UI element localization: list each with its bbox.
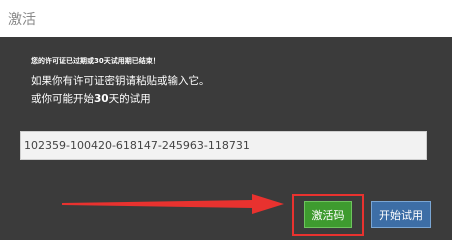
expired-notice: 您的许可证已过期或30天试用期已结束！ [31,57,160,65]
red-arrow-icon [62,194,284,214]
instruction-line-1: 如果你有许可证密钥请粘贴或输入它。 [31,75,210,87]
dialog-title: 激活 [8,12,36,28]
license-key-input[interactable] [20,131,427,160]
dialog-body: 您的许可证已过期或30天试用期已结束！ 如果你有许可证密钥请粘贴或输入它。 或你… [0,37,452,239]
activate-button[interactable]: 激活码 [304,201,352,228]
start-trial-button[interactable]: 开始试用 [371,201,431,228]
instruction-line-2-prefix: 或你可能开始 [31,93,94,105]
instruction-line-2-suffix: 天的试用 [108,93,151,105]
trial-days: 30 [94,93,109,105]
title-bar: 激活 [0,0,452,37]
instruction-line-2: 或你可能开始30天的试用 [31,91,151,106]
